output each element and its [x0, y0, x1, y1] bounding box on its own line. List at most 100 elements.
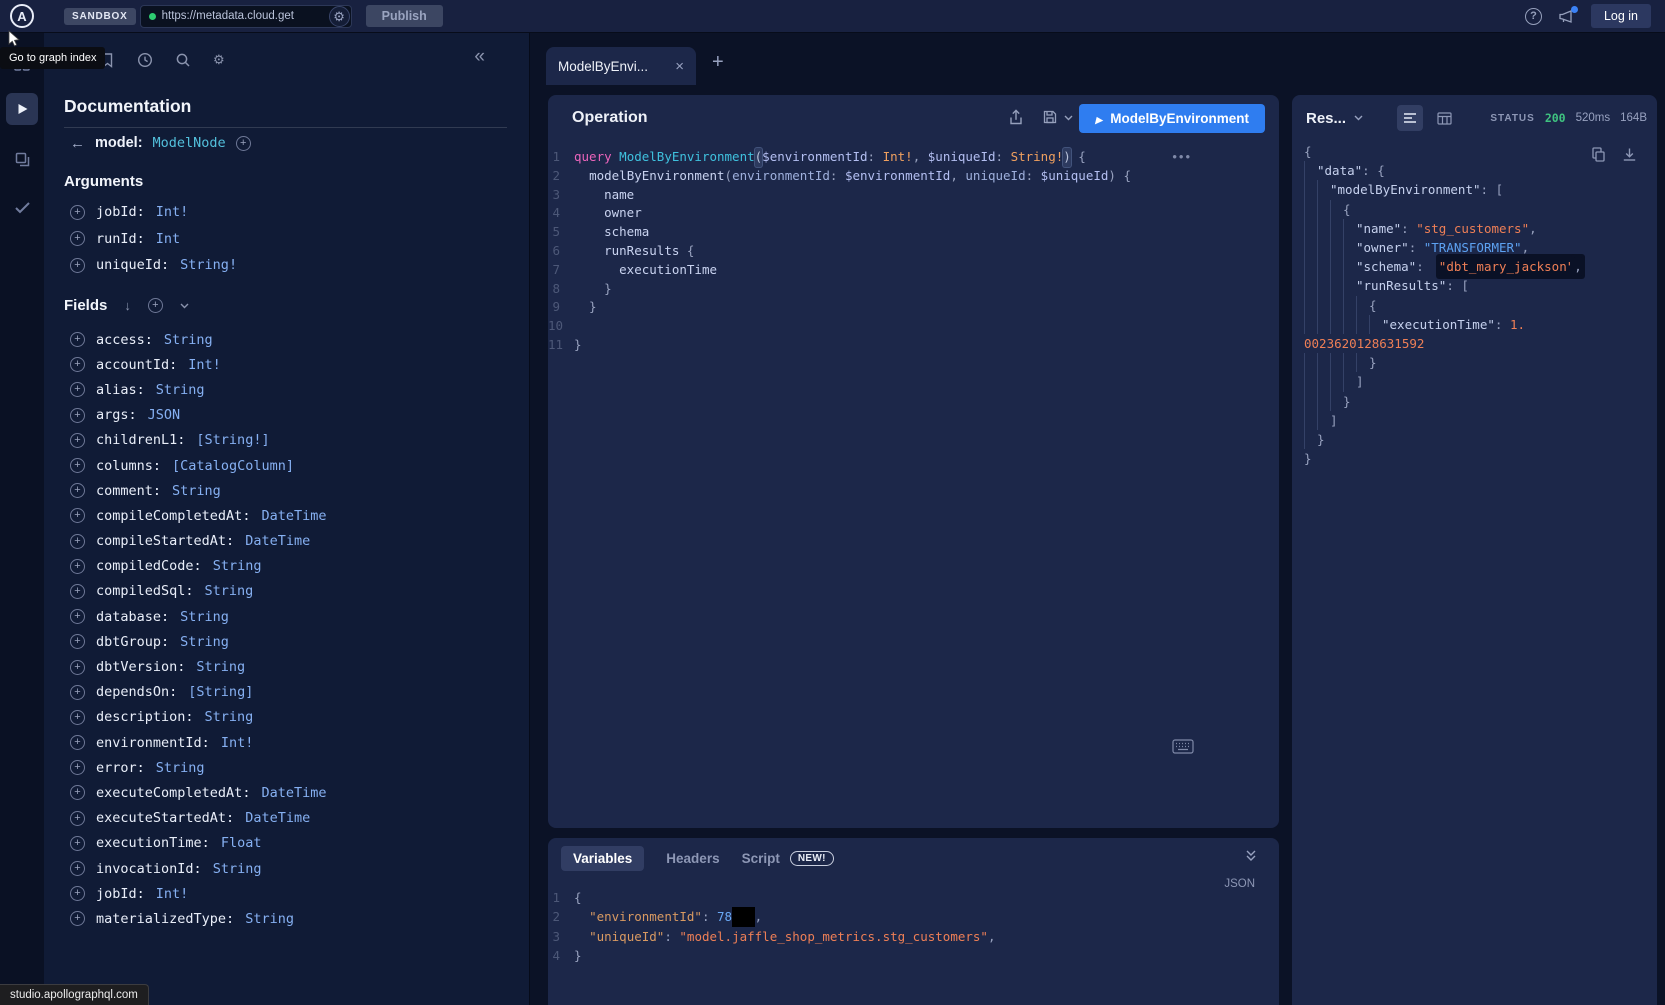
close-tab-icon[interactable] — [675, 59, 684, 74]
search-icon[interactable] — [175, 52, 191, 68]
add-field-icon[interactable] — [70, 382, 85, 397]
field-type[interactable]: Float — [221, 835, 262, 851]
field-type[interactable]: Int! — [156, 886, 189, 902]
field-row[interactable]: error String — [44, 755, 529, 780]
apollo-home-button[interactable] — [10, 4, 34, 28]
tab-variables[interactable]: Variables — [561, 846, 644, 871]
argument-row[interactable]: jobId Int! — [44, 199, 529, 226]
endpoint-input[interactable]: https://metadata.cloud.get — [140, 5, 352, 28]
add-field-icon[interactable] — [70, 408, 85, 423]
field-row[interactable]: columns [CatalogColumn] — [44, 453, 529, 478]
chevron-down-icon[interactable] — [180, 303, 189, 309]
add-field-icon[interactable] — [70, 760, 85, 775]
field-row[interactable]: args JSON — [44, 403, 529, 428]
back-icon[interactable] — [70, 136, 85, 151]
add-field-icon[interactable] — [70, 357, 85, 372]
operation-editor[interactable]: 1query ModelByEnvironment($environmentId… — [548, 148, 1279, 355]
field-row[interactable]: access String — [44, 327, 529, 352]
add-field-icon[interactable] — [70, 861, 85, 876]
add-field-icon[interactable] — [70, 811, 85, 826]
add-field-icon[interactable] — [70, 534, 85, 549]
argument-row[interactable]: uniqueId String! — [44, 252, 529, 279]
field-type[interactable]: String — [172, 483, 221, 499]
tab-headers[interactable]: Headers — [666, 851, 719, 866]
add-icon[interactable] — [236, 136, 251, 151]
tab-script[interactable]: Script — [742, 851, 780, 866]
rail-checks-button[interactable] — [6, 191, 38, 223]
field-type[interactable]: String — [180, 609, 229, 625]
field-type[interactable]: String — [205, 709, 254, 725]
argument-row[interactable]: runId Int — [44, 226, 529, 253]
add-field-icon[interactable] — [70, 458, 85, 473]
field-row[interactable]: executionTime Float — [44, 831, 529, 856]
field-type[interactable]: DateTime — [261, 785, 326, 801]
publish-button[interactable]: Publish — [366, 5, 443, 27]
add-field-icon[interactable] — [70, 584, 85, 599]
announcements-icon[interactable] — [1558, 9, 1575, 24]
field-type[interactable]: String — [213, 861, 262, 877]
field-type[interactable]: Int! — [188, 357, 221, 373]
add-field-icon[interactable] — [70, 483, 85, 498]
add-field-icon[interactable] — [70, 609, 85, 624]
add-field-icon[interactable] — [70, 710, 85, 725]
add-field-icon[interactable] — [70, 559, 85, 574]
field-type[interactable]: String — [213, 558, 262, 574]
collapse-panel-icon[interactable] — [474, 47, 485, 66]
settings-icon[interactable] — [213, 51, 225, 69]
field-row[interactable]: executeCompletedAt DateTime — [44, 780, 529, 805]
add-field-icon[interactable] — [70, 911, 85, 926]
add-field-icon[interactable] — [70, 634, 85, 649]
field-type[interactable]: String — [156, 382, 205, 398]
field-row[interactable]: invocationId String — [44, 856, 529, 881]
field-type[interactable]: DateTime — [261, 508, 326, 524]
tab-modelbyenvironment[interactable]: ModelByEnvi... — [546, 47, 696, 85]
field-row[interactable]: database String — [44, 604, 529, 629]
argument-type[interactable]: String! — [180, 257, 237, 273]
field-row[interactable]: compileCompletedAt DateTime — [44, 503, 529, 528]
field-type[interactable]: [CatalogColumn] — [172, 458, 294, 474]
save-icon[interactable] — [1042, 109, 1058, 125]
argument-type[interactable]: Int! — [156, 204, 189, 220]
login-button[interactable]: Log in — [1591, 4, 1651, 28]
add-argument-icon[interactable] — [70, 231, 85, 246]
add-argument-icon[interactable] — [70, 258, 85, 273]
download-icon[interactable] — [1622, 147, 1637, 162]
field-row[interactable]: dbtGroup String — [44, 629, 529, 654]
add-field-icon[interactable] — [70, 886, 85, 901]
field-row[interactable]: executeStartedAt DateTime — [44, 806, 529, 831]
field-row[interactable]: compiledCode String — [44, 554, 529, 579]
field-type[interactable]: String — [164, 332, 213, 348]
field-type[interactable]: DateTime — [245, 810, 310, 826]
add-argument-icon[interactable] — [70, 205, 85, 220]
add-all-fields-icon[interactable] — [148, 298, 163, 313]
field-row[interactable]: dependsOn [String] — [44, 680, 529, 705]
formatted-view-button[interactable] — [1397, 105, 1423, 131]
history-icon[interactable] — [137, 52, 153, 68]
model-type[interactable]: ModelNode — [153, 135, 226, 151]
rail-collections-button[interactable] — [6, 143, 38, 175]
field-type[interactable]: [String] — [188, 684, 253, 700]
add-field-icon[interactable] — [70, 508, 85, 523]
field-row[interactable]: environmentId Int! — [44, 730, 529, 755]
add-field-icon[interactable] — [70, 660, 85, 675]
run-button[interactable]: ModelByEnvironment — [1079, 104, 1265, 133]
response-title[interactable]: Res... — [1306, 110, 1346, 127]
sort-descending-icon[interactable] — [124, 298, 131, 313]
field-row[interactable]: dbtVersion String — [44, 654, 529, 679]
field-type[interactable]: String — [156, 760, 205, 776]
keyboard-shortcuts-icon[interactable] — [1172, 739, 1194, 754]
help-icon[interactable] — [1525, 8, 1542, 25]
response-dropdown-chevron-icon[interactable] — [1354, 115, 1363, 121]
field-row[interactable]: jobId Int! — [44, 881, 529, 906]
rail-explorer-button[interactable] — [6, 93, 38, 125]
field-row[interactable]: comment String — [44, 478, 529, 503]
table-view-button[interactable] — [1431, 105, 1457, 131]
variables-editor[interactable]: 1{2 "environmentId": 78 ,3 "uniqueId": "… — [548, 888, 1279, 966]
add-field-icon[interactable] — [70, 332, 85, 347]
add-field-icon[interactable] — [70, 785, 85, 800]
collapse-variables-icon[interactable] — [1245, 849, 1257, 862]
share-icon[interactable] — [1008, 109, 1024, 126]
field-row[interactable]: compiledSql String — [44, 579, 529, 604]
field-row[interactable]: compileStartedAt DateTime — [44, 529, 529, 554]
argument-type[interactable]: Int — [156, 231, 180, 247]
